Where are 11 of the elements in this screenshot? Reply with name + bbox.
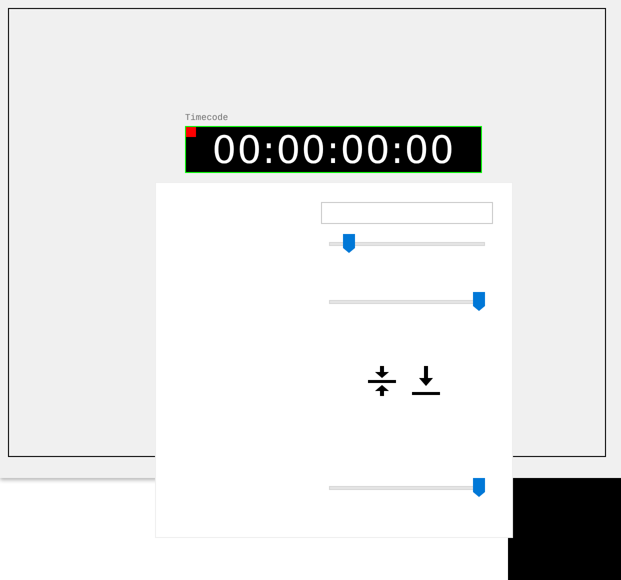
download-icon[interactable] <box>411 366 441 396</box>
compress-icon[interactable] <box>367 366 397 396</box>
timecode-label: Timecode <box>185 113 230 123</box>
slider-thumb[interactable] <box>473 478 485 497</box>
slider[interactable] <box>329 234 485 253</box>
timecode-display: 00:00:00:00 <box>185 126 482 173</box>
input-field[interactable] <box>321 202 493 224</box>
slider[interactable] <box>329 292 485 311</box>
slider-thumb[interactable] <box>473 292 485 311</box>
slider-thumb[interactable] <box>343 234 356 253</box>
slider[interactable] <box>329 478 485 497</box>
